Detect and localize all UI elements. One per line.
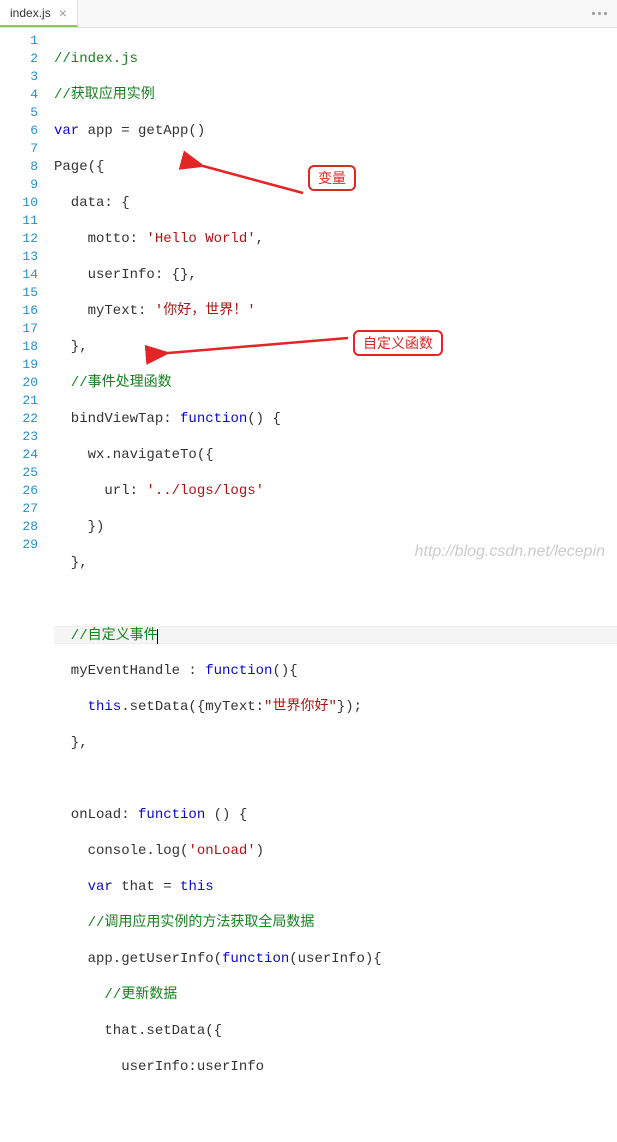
code-line: userInfo: {}, — [54, 266, 617, 284]
tab-bar: index.js × — [0, 0, 617, 28]
more-icon[interactable] — [582, 0, 617, 27]
code-line: Page({ — [54, 158, 617, 176]
line-gutter: 1234567891011121314151617181920212223242… — [0, 28, 48, 571]
tab-index-js[interactable]: index.js × — [0, 0, 78, 27]
code-line-active: //自定义事件 — [54, 626, 617, 644]
code-line — [54, 590, 617, 608]
editor[interactable]: 1234567891011121314151617181920212223242… — [0, 28, 617, 571]
code-line: console.log('onLoad') — [54, 842, 617, 860]
code-line: //获取应用实例 — [54, 86, 617, 104]
code-line: that.setData({ — [54, 1022, 617, 1040]
code-line: app.getUserInfo(function(userInfo){ — [54, 950, 617, 968]
code-line: url: '../logs/logs' — [54, 482, 617, 500]
code-line: this.setData({myText:"世界你好"}); — [54, 698, 617, 716]
code-line: //事件处理函数 — [54, 374, 617, 392]
code-line: var that = this — [54, 878, 617, 896]
code-area[interactable]: //index.js //获取应用实例 var app = getApp() P… — [48, 28, 617, 571]
code-line: myText: '你好，世界！' — [54, 302, 617, 320]
code-line: var app = getApp() — [54, 122, 617, 140]
tab-filename: index.js — [10, 6, 51, 20]
code-line: }, — [54, 554, 617, 572]
code-line: //index.js — [54, 50, 617, 68]
code-line: wx.navigateTo({ — [54, 446, 617, 464]
code-line: }, — [54, 734, 617, 752]
code-line: }) — [54, 518, 617, 536]
code-line: //调用应用实例的方法获取全局数据 — [54, 914, 617, 932]
close-icon[interactable]: × — [59, 6, 67, 20]
code-line: userInfo:userInfo — [54, 1058, 617, 1076]
code-line: //更新数据 — [54, 986, 617, 1004]
code-line: motto: 'Hello World', — [54, 230, 617, 248]
code-line — [54, 770, 617, 788]
code-line: onLoad: function () { — [54, 806, 617, 824]
text-cursor — [157, 629, 158, 644]
code-line: myEventHandle : function(){ — [54, 662, 617, 680]
code-line: data: { — [54, 194, 617, 212]
code-line: bindViewTap: function() { — [54, 410, 617, 428]
code-line: }, — [54, 338, 617, 356]
